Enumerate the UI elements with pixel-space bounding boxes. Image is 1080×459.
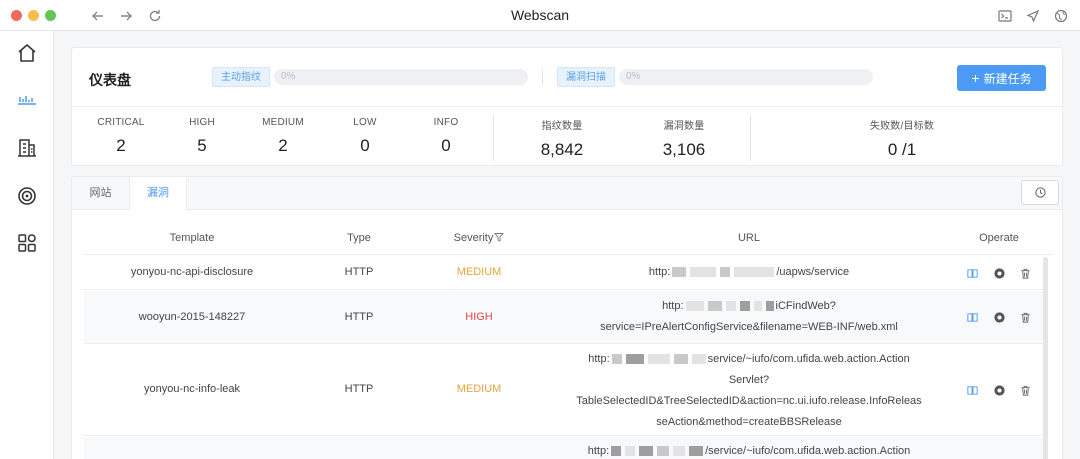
vuln-scan-tag: 漏洞扫描	[557, 67, 615, 87]
severity-cell: HIGH	[465, 311, 493, 323]
terminal-icon[interactable]	[996, 7, 1014, 25]
stat-critical: CRITICAL 2	[97, 117, 145, 155]
scrollbar[interactable]	[1043, 257, 1048, 459]
apps-icon[interactable]	[15, 231, 39, 255]
chrome-icon[interactable]	[993, 384, 1006, 397]
tab-site[interactable]: 网站	[72, 177, 129, 210]
book-icon[interactable]	[966, 267, 979, 280]
url-cell[interactable]: http:/uapws/service	[564, 262, 934, 283]
stat-fingerprint-count: 指纹数量 8,842	[540, 121, 584, 159]
tab-bar: 网站 漏洞	[72, 177, 1062, 211]
building-icon[interactable]	[15, 136, 39, 160]
results-panel: 网站 漏洞 Template Type Severity URL Operate…	[71, 176, 1063, 459]
tab-vuln[interactable]: 漏洞	[129, 177, 187, 211]
fingerprint-progress-bar: 0%	[274, 69, 528, 85]
history-icon	[1035, 187, 1046, 198]
vuln-progress-label: 0%	[626, 71, 641, 82]
type-cell: HTTP	[344, 311, 374, 323]
table-row[interactable]: yonyou-nc-info-leak HTTP MEDIUM http: ser…	[84, 345, 1045, 436]
filter-icon[interactable]	[494, 232, 505, 242]
fingerprint-progress-label: 0%	[281, 71, 296, 82]
sidebar	[0, 31, 54, 459]
stat-info: INFO 0	[433, 117, 459, 155]
stat-vuln-count: 漏洞数量 3,106	[662, 121, 706, 159]
globe-icon[interactable]	[1052, 7, 1070, 25]
book-icon[interactable]	[966, 311, 979, 324]
chrome-icon[interactable]	[993, 311, 1006, 324]
template-cell: yonyou-nc-info-leak	[144, 383, 240, 395]
stat-failed-targets: 失败数/目标数 0 /1	[869, 121, 935, 159]
book-icon[interactable]	[966, 384, 979, 397]
dashboard-icon[interactable]	[15, 88, 39, 112]
col-template: Template	[169, 232, 215, 244]
home-icon[interactable]	[15, 41, 39, 65]
target-icon[interactable]	[15, 184, 39, 208]
template-cell: yonyou-nc-api-disclosure	[130, 266, 254, 278]
trash-icon[interactable]	[1019, 311, 1032, 324]
dashboard-card: 仪表盘 主动指纹 0% 漏洞扫描 0% + 新建任务 CRITICAL 2 HIG…	[71, 47, 1063, 166]
chrome-icon[interactable]	[993, 267, 1006, 280]
plus-icon: +	[971, 70, 980, 86]
window-title: Webscan	[510, 7, 570, 23]
trash-icon[interactable]	[1019, 384, 1032, 397]
col-severity[interactable]: Severity	[444, 232, 514, 244]
type-cell: HTTP	[344, 266, 374, 278]
vuln-progress-bar: 0%	[619, 69, 873, 85]
send-icon[interactable]	[1024, 7, 1042, 25]
history-button[interactable]	[1021, 180, 1059, 205]
template-cell: wooyun-2015-148227	[138, 311, 246, 323]
col-type: Type	[347, 232, 371, 244]
table-row[interactable]: wooyun-2015-148227 HTTP HIGH http: iCFind…	[84, 291, 1045, 344]
table-header: Template Type Severity URL Operate	[84, 227, 1054, 255]
col-url: URL	[737, 232, 760, 244]
stat-low: LOW 0	[353, 117, 377, 155]
url-cell[interactable]: http:/service/~iufo/com.ufida.web.action…	[554, 441, 944, 459]
title-bar: Webscan	[0, 0, 1080, 31]
table-row[interactable]: yonyou-nc-api-disclosure HTTP MEDIUM htt…	[84, 256, 1045, 290]
dashboard-title: 仪表盘	[89, 72, 131, 88]
type-cell: HTTP	[344, 383, 374, 395]
trash-icon[interactable]	[1019, 267, 1032, 280]
url-cell[interactable]: http: service/~iufo/com.ufida.web.action.…	[554, 349, 944, 433]
severity-cell: MEDIUM	[456, 383, 502, 395]
stat-high: HIGH 5	[189, 117, 215, 155]
severity-cell: MEDIUM	[456, 266, 502, 278]
col-operate: Operate	[979, 232, 1019, 244]
stat-medium: MEDIUM 2	[262, 117, 304, 155]
url-cell[interactable]: http: iCFindWeb? service=IPreAlertConfigS…	[564, 296, 934, 338]
table-row[interactable]: http:/service/~iufo/com.ufida.web.action…	[84, 437, 1045, 459]
new-task-button[interactable]: + 新建任务	[957, 65, 1046, 91]
fingerprint-scan-tag: 主动指纹	[212, 67, 270, 87]
